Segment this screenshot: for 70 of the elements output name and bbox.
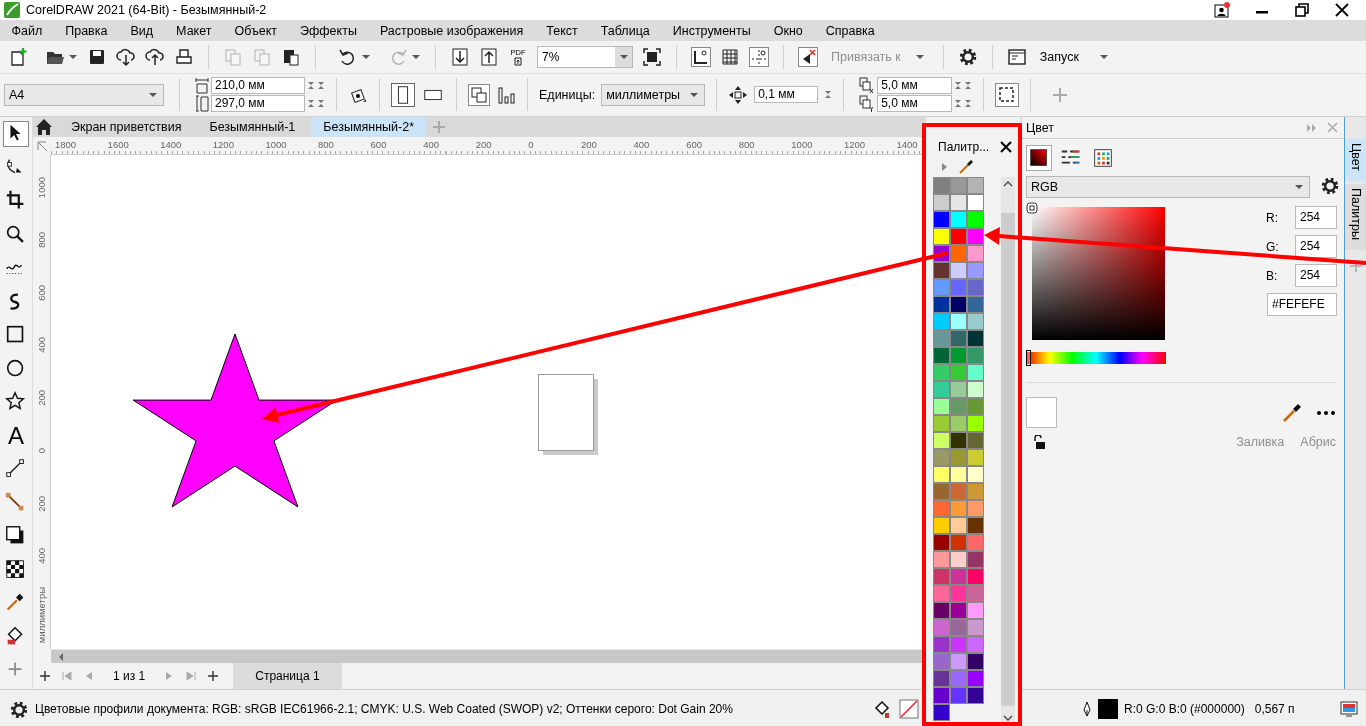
ruler-label: 800 <box>738 139 755 150</box>
menu-item[interactable]: Эффекты <box>288 23 369 38</box>
units-label: Единицы: <box>539 87 596 102</box>
ruler-label: 1000 <box>265 139 287 150</box>
ruler-label: 600 <box>686 139 702 150</box>
zoom-level-dropdown[interactable]: 7% <box>537 46 633 68</box>
menu-item[interactable]: Растровые изображения <box>368 23 535 38</box>
palette-title: Палитр... <box>938 140 990 154</box>
r-channel-label: R: <box>1266 210 1279 225</box>
ruler-label: 1400 <box>896 139 918 150</box>
ruler-label: 1800 <box>55 139 77 150</box>
ruler-label: 0 <box>528 139 534 150</box>
g-channel-label: G: <box>1266 239 1280 254</box>
document-tab[interactable]: Безымянный-1 <box>197 117 308 137</box>
hex-field[interactable]: #FEFEFE <box>1267 293 1337 316</box>
docker-tab[interactable]: Цвет <box>1345 139 1366 181</box>
menu-item[interactable]: Справка <box>814 23 887 38</box>
menu-item[interactable]: Вид <box>118 23 165 38</box>
duplicate-x-field[interactable]: 5,0 мм <box>877 77 953 94</box>
ruler-label: 1200 <box>843 139 866 150</box>
ruler-label: 200 <box>36 495 47 512</box>
ruler-label: 400 <box>633 139 650 150</box>
docker-title: Цвет <box>1026 120 1054 135</box>
text-tool-icon[interactable]: A <box>3 422 29 449</box>
document-tab[interactable]: Безымянный-2* <box>311 117 426 137</box>
ruler-unit-label: миллиметры <box>36 586 47 643</box>
b-channel-label: B: <box>1266 268 1279 283</box>
nudge-field[interactable]: 0,1 мм <box>754 86 819 103</box>
page-count: 1 из 1 <box>113 669 146 683</box>
ruler-label: 200 <box>36 390 47 406</box>
color-model-dropdown[interactable]: RGB <box>1026 176 1310 198</box>
ruler-label: 400 <box>36 337 47 354</box>
ruler-label: 600 <box>36 284 47 301</box>
menu-item[interactable]: Правка <box>53 23 119 38</box>
menu-item[interactable]: Объект <box>223 23 289 38</box>
ruler-label: 200 <box>580 139 597 150</box>
b-channel-field[interactable]: 254 <box>1295 264 1337 287</box>
ruler-label: 400 <box>36 548 47 565</box>
color-profiles-text: Цветовые профили документа: RGB: sRGB IEC61966-2.1; CMYK: U.S. Web Coated (SWOP) v2; Оттенки серого: Dot Gain 20% <box>35 701 733 716</box>
ruler-label: 1000 <box>791 139 813 150</box>
menu-item[interactable]: Файл <box>0 23 54 38</box>
ruler-label: 600 <box>370 139 387 150</box>
ruler-label: 1400 <box>160 139 182 150</box>
ruler-label: 400 <box>423 139 439 150</box>
ruler-label: 1000 <box>36 176 47 198</box>
menu-item[interactable]: Инструменты <box>661 23 763 38</box>
g-channel-field[interactable]: 254 <box>1295 235 1337 258</box>
docker-tab[interactable]: Палитры <box>1345 184 1366 250</box>
ruler-label: 0 <box>36 448 47 454</box>
launch-dropdown[interactable]: Запуск <box>1035 50 1113 64</box>
outline-width-readout: 0,567 п <box>1254 701 1295 716</box>
r-channel-field[interactable]: 254 <box>1295 206 1337 229</box>
document-tab[interactable]: Экран приветствия <box>59 117 194 137</box>
page-tab[interactable]: Страница 1 <box>233 663 342 689</box>
window-title: CorelDRAW 2021 (64-Bit) - Безымянный-2 <box>26 3 267 17</box>
outline-color-readout: R:0 G:0 B:0 (#000000) <box>1124 701 1245 716</box>
height-field[interactable]: 297,0 мм <box>211 95 305 112</box>
page-size-dropdown[interactable]: A4 <box>4 83 164 106</box>
width-field[interactable]: 210,0 мм <box>211 77 305 94</box>
ruler-label: 1200 <box>212 139 234 150</box>
menu-item[interactable]: Текст <box>534 23 590 38</box>
ruler-label: 800 <box>317 139 334 150</box>
units-dropdown[interactable]: миллиметры <box>601 83 706 106</box>
duplicate-y-field[interactable]: 5,0 мм <box>877 95 953 112</box>
ruler-label: 200 <box>475 139 492 150</box>
menu-item[interactable]: Таблица <box>589 23 662 38</box>
menu-item[interactable]: Макет <box>164 23 223 38</box>
ruler-label: 800 <box>36 232 47 248</box>
menu-item[interactable]: Окно <box>762 23 815 38</box>
ruler-label: 1600 <box>107 139 129 150</box>
